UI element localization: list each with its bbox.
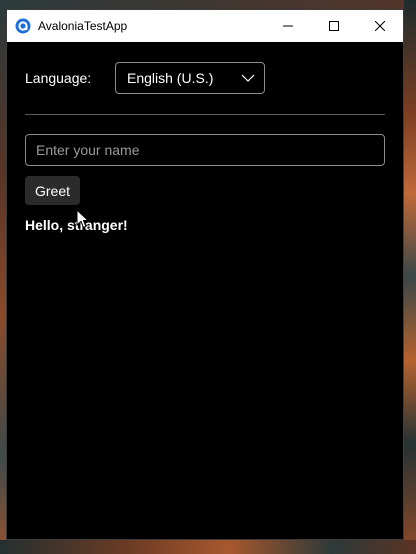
- caption-buttons: [265, 10, 403, 42]
- minimize-button[interactable]: [265, 10, 311, 42]
- desktop-background-bottom: [0, 540, 416, 554]
- title-bar[interactable]: AvaloniaTestApp: [7, 10, 403, 42]
- app-window: AvaloniaTestApp Language: English (U.S.)…: [6, 9, 404, 540]
- avalonia-logo-icon: [15, 18, 31, 34]
- main-content: Language: English (U.S.) Greet Hello, st…: [7, 42, 403, 539]
- close-icon: [375, 21, 385, 31]
- divider: [25, 114, 385, 115]
- window-title: AvaloniaTestApp: [38, 19, 128, 33]
- language-row: Language: English (U.S.): [25, 62, 265, 94]
- name-input[interactable]: [25, 134, 385, 166]
- mouse-pointer-icon: [76, 209, 89, 229]
- close-button[interactable]: [357, 10, 403, 42]
- minimize-icon: [283, 25, 293, 27]
- maximize-button[interactable]: [311, 10, 357, 42]
- greet-button[interactable]: Greet: [25, 176, 80, 205]
- language-dropdown[interactable]: English (U.S.): [115, 62, 265, 94]
- maximize-icon: [329, 21, 339, 31]
- language-selected-value: English (U.S.): [127, 70, 214, 86]
- chevron-down-icon: [241, 74, 255, 82]
- desktop-background-right: [404, 0, 416, 554]
- language-label: Language:: [25, 70, 92, 86]
